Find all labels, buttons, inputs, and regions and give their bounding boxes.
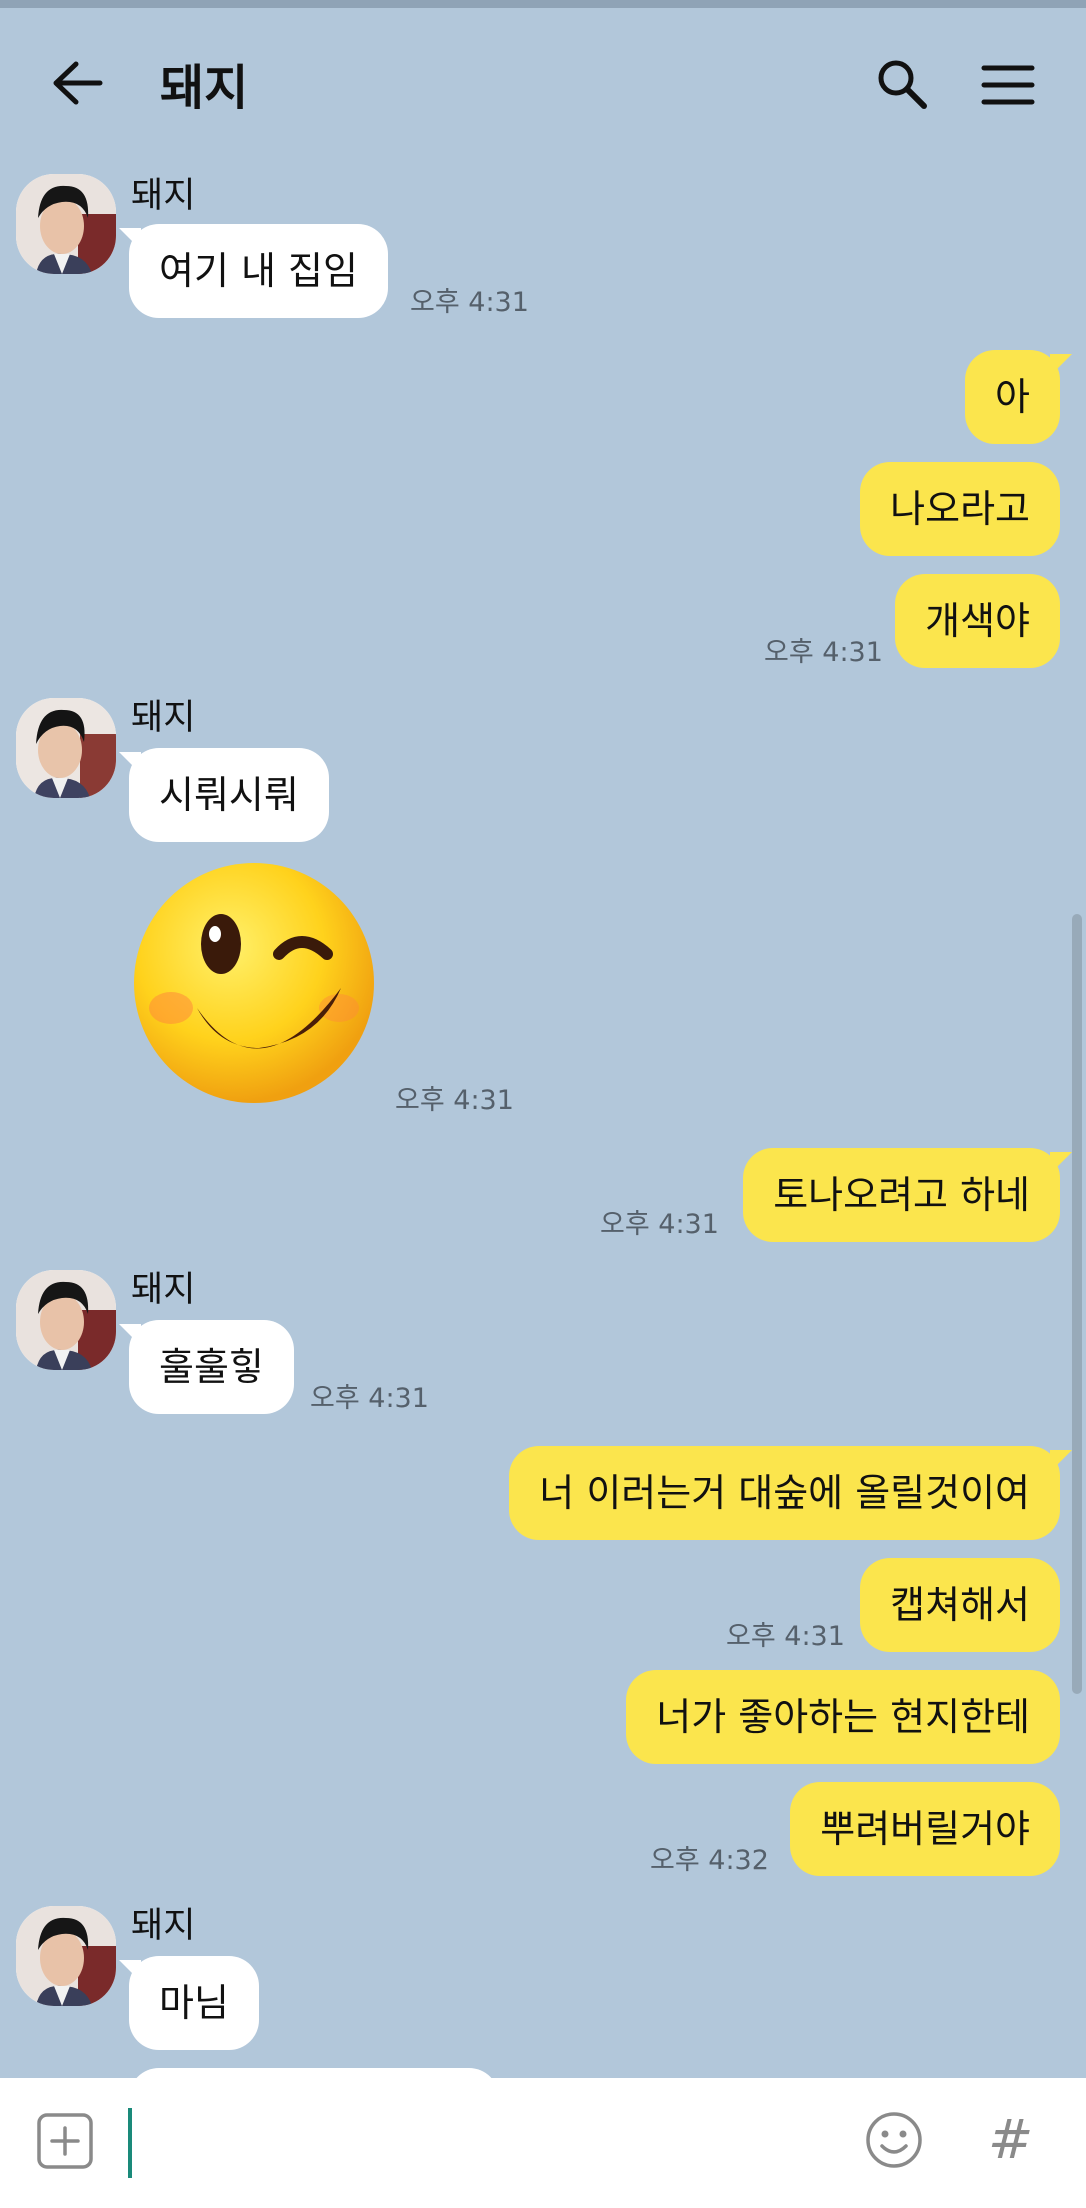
profile-photo-icon [16, 1906, 116, 2006]
outgoing-message-bubble[interactable]: 아 [965, 350, 1072, 444]
sender-name: 돼지 [131, 698, 196, 738]
menu-button[interactable] [978, 60, 1038, 110]
outgoing-message-bubble[interactable]: 캡쳐해서 [860, 1558, 1060, 1652]
hash-icon[interactable]: # [988, 2108, 1038, 2172]
message-time: 오후 4:31 [410, 287, 529, 318]
plus-square-icon [37, 2113, 93, 2169]
incoming-message-bubble[interactable]: 시뤄시뤄 [119, 748, 329, 842]
chat-title: 돼지 [160, 60, 249, 116]
profile-photo-icon [16, 1270, 116, 1370]
emoticon-button[interactable] [864, 2110, 924, 2170]
message-time: 오후 4:31 [395, 1085, 514, 1116]
search-button[interactable] [872, 54, 932, 114]
back-button[interactable] [48, 58, 108, 108]
text-cursor [128, 2108, 132, 2178]
sender-name: 돼지 [131, 176, 196, 216]
message-list[interactable]: 돼지 여기 내 집임 오후 4:31 아 나오라고 개색야 오후 4:31 돼지… [0, 158, 1086, 2078]
profile-photo-icon [16, 698, 116, 798]
winking-face-emoticon[interactable] [129, 858, 379, 1108]
incoming-message-bubble-partial[interactable] [129, 2068, 499, 2078]
wink-emoji-icon [134, 863, 374, 1103]
message-time: 오후 4:32 [650, 1845, 769, 1876]
message-time: 오후 4:31 [726, 1621, 845, 1652]
hamburger-menu-icon [981, 65, 1035, 105]
outgoing-message-bubble[interactable]: 너 이러는거 대숲에 올릴것이여 [509, 1446, 1072, 1540]
outgoing-message-bubble[interactable]: 나오라고 [860, 462, 1060, 556]
outgoing-message-bubble[interactable]: 뿌려버릴거야 [790, 1782, 1060, 1876]
message-time: 오후 4:31 [310, 1383, 429, 1414]
incoming-message-bubble[interactable]: 훌훌힣 [119, 1320, 294, 1414]
message-time: 오후 4:31 [600, 1209, 719, 1240]
avatar[interactable] [16, 1270, 116, 1370]
message-input-bar: # [0, 2078, 1086, 2208]
profile-photo-icon [16, 174, 116, 274]
arrow-left-icon [53, 61, 103, 105]
incoming-message-bubble[interactable]: 마님 [119, 1956, 259, 2050]
avatar[interactable] [16, 174, 116, 274]
message-input[interactable] [140, 2108, 840, 2178]
outgoing-message-bubble[interactable]: 토나오려고 하네 [743, 1148, 1072, 1242]
avatar[interactable] [16, 1906, 116, 2006]
incoming-message-bubble[interactable]: 여기 내 집임 [119, 224, 388, 318]
avatar[interactable] [16, 698, 116, 798]
status-strip [0, 0, 1086, 8]
outgoing-message-bubble[interactable]: 너가 좋아하는 현지한테 [626, 1670, 1060, 1764]
chat-header: 돼지 [0, 8, 1086, 158]
chat-scrollbar[interactable] [1072, 914, 1082, 1694]
outgoing-message-bubble[interactable]: 개색야 [895, 574, 1060, 668]
sender-name: 돼지 [131, 1270, 196, 1310]
message-time: 오후 4:31 [764, 637, 883, 668]
sender-name: 돼지 [131, 1906, 196, 1946]
search-icon [878, 60, 927, 109]
add-attachment-button[interactable] [36, 2112, 94, 2170]
smiley-icon [866, 2112, 922, 2168]
